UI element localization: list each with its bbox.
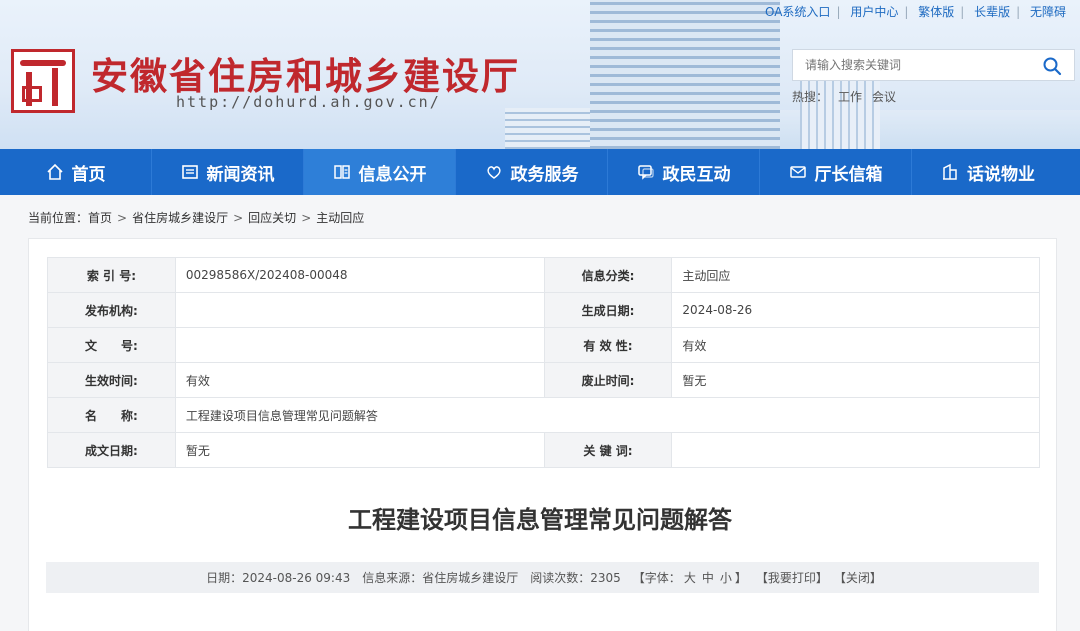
publisher-label: 发布机构: — [47, 292, 176, 328]
nav-home[interactable]: 首页 — [0, 149, 152, 195]
keywords-label: 关 键 词: — [543, 432, 673, 468]
nav-label: 话说物业 — [967, 164, 1035, 185]
close-button[interactable]: 【关闭】 — [834, 569, 882, 586]
nav-info-disclosure[interactable]: 信息公开 — [304, 149, 456, 195]
effective-time-label: 生效时间: — [47, 362, 176, 398]
font-medium-button[interactable]: 中 — [702, 569, 714, 586]
oa-link[interactable]: OA系统入口 — [765, 5, 830, 19]
article-views: 阅读次数：2305 — [530, 571, 621, 585]
hot-search-label: 热搜： — [792, 90, 829, 104]
breadcrumb-item[interactable]: 主动回应 — [316, 211, 364, 225]
search-input[interactable] — [793, 50, 1033, 80]
search-box — [792, 49, 1075, 81]
site-title[interactable]: 安徽省住房和城乡建设厅 — [91, 46, 520, 100]
generated-date-value: 2024-08-26 — [671, 292, 1040, 328]
book-icon — [333, 163, 351, 181]
keywords-value — [671, 432, 1040, 468]
table-row: 索 引 号: 00298586X/202408-00048 信息分类: 主动回应 — [47, 257, 1040, 293]
repeal-time-value: 暂无 — [671, 362, 1040, 398]
breadcrumb-item[interactable]: 首页 — [88, 211, 112, 225]
nav-label: 厅长信箱 — [814, 164, 883, 185]
metadata-table: 索 引 号: 00298586X/202408-00048 信息分类: 主动回应… — [47, 257, 1041, 468]
font-size-suffix: 】 — [734, 571, 747, 585]
news-icon — [181, 163, 199, 181]
nav-label: 新闻资讯 — [206, 164, 275, 185]
publisher-value — [174, 292, 545, 328]
breadcrumb-item[interactable]: 回应关切 — [248, 211, 296, 225]
hot-search: 热搜： 工作 会议 — [792, 88, 906, 105]
validity-value: 有效 — [671, 327, 1040, 363]
font-large-button[interactable]: 大 — [684, 569, 696, 586]
nav-news[interactable]: 新闻资讯 — [152, 149, 304, 195]
header-building-bg — [800, 70, 880, 149]
hot-word[interactable]: 会议 — [872, 90, 896, 104]
header-building-bg — [590, 0, 780, 149]
site-logo[interactable] — [11, 49, 75, 113]
traditional-chinese-link[interactable]: 繁体版 — [918, 5, 954, 19]
service-icon — [485, 163, 503, 181]
nav-director-mailbox[interactable]: 厅长信箱 — [760, 149, 912, 195]
category-label: 信息分类: — [543, 257, 673, 293]
effective-time-value: 有效 — [174, 362, 545, 398]
table-row: 成文日期: 暂无 关 键 词: — [47, 432, 1040, 468]
article-date: 日期：2024-08-26 09:43 — [206, 571, 351, 585]
validity-label: 有 效 性: — [543, 327, 673, 363]
top-links: OA系统入口 | 用户中心 | 繁体版 | 长辈版 | 无障碍 — [764, 5, 1066, 19]
nav-interaction[interactable]: 政民互动 — [608, 149, 760, 195]
article-source: 信息来源：省住房城乡建设厅 — [362, 571, 519, 585]
breadcrumb-item[interactable]: 省住房城乡建设厅 — [132, 211, 228, 225]
article-title: 工程建设项目信息管理常见问题解答 — [348, 506, 732, 534]
nav-label: 首页 — [71, 164, 106, 185]
mail-icon — [789, 163, 807, 181]
nav-gov-service[interactable]: 政务服务 — [456, 149, 608, 195]
index-label: 索 引 号: — [47, 257, 176, 293]
index-value: 00298586X/202408-00048 — [174, 257, 545, 293]
table-row: 文 号: 有 效 性: 有效 — [47, 327, 1040, 363]
font-size-prefix: 【字体： — [632, 571, 681, 585]
search-icon[interactable] — [1042, 56, 1062, 76]
doc-number-label: 文 号: — [47, 327, 176, 363]
elderly-version-link[interactable]: 长辈版 — [974, 5, 1010, 19]
generated-date-label: 生成日期: — [543, 292, 673, 328]
user-center-link[interactable]: 用户中心 — [850, 5, 898, 19]
written-date-label: 成文日期: — [47, 432, 176, 468]
breadcrumb: 当前位置：首页 > 省住房城乡建设厅 > 回应关切 > 主动回应 — [28, 211, 365, 225]
doc-number-value — [174, 327, 545, 363]
nav-label: 政民互动 — [662, 164, 731, 185]
breadcrumb-prefix: 当前位置： — [28, 211, 89, 225]
chat-icon — [637, 163, 655, 181]
site-url: http://dohurd.ah.gov.cn/ — [176, 93, 441, 111]
table-row: 发布机构: 生成日期: 2024-08-26 — [47, 292, 1040, 328]
written-date-value: 暂无 — [174, 432, 545, 468]
table-row: 名 称: 工程建设项目信息管理常见问题解答 — [47, 397, 1041, 433]
nav-property-talk[interactable]: 话说物业 — [912, 149, 1064, 195]
name-value: 工程建设项目信息管理常见问题解答 — [174, 397, 1041, 433]
repeal-time-label: 废止时间: — [543, 362, 673, 398]
accessibility-link[interactable]: 无障碍 — [1030, 5, 1066, 19]
home-icon — [46, 163, 64, 181]
building-icon — [941, 163, 959, 181]
article-info-bar: 日期：2024-08-26 09:43 信息来源：省住房城乡建设厅 阅读次数：2… — [46, 562, 1039, 593]
print-button[interactable]: 【我要打印】 — [756, 569, 828, 586]
hot-word[interactable]: 工作 — [838, 90, 862, 104]
nav-label: 政务服务 — [510, 164, 579, 185]
category-value: 主动回应 — [671, 257, 1040, 293]
font-small-button[interactable]: 小 — [720, 569, 732, 586]
nav-label: 信息公开 — [358, 164, 427, 185]
name-label: 名 称: — [47, 397, 176, 433]
main-nav: 首页 新闻资讯 信息公开 政务服务 政民互动 厅长信箱 话说物业 — [0, 149, 1080, 195]
table-row: 生效时间: 有效 废止时间: 暂无 — [47, 362, 1040, 398]
site-header: 安徽省住房和城乡建设厅 http://dohurd.ah.gov.cn/ OA系… — [0, 0, 1080, 149]
